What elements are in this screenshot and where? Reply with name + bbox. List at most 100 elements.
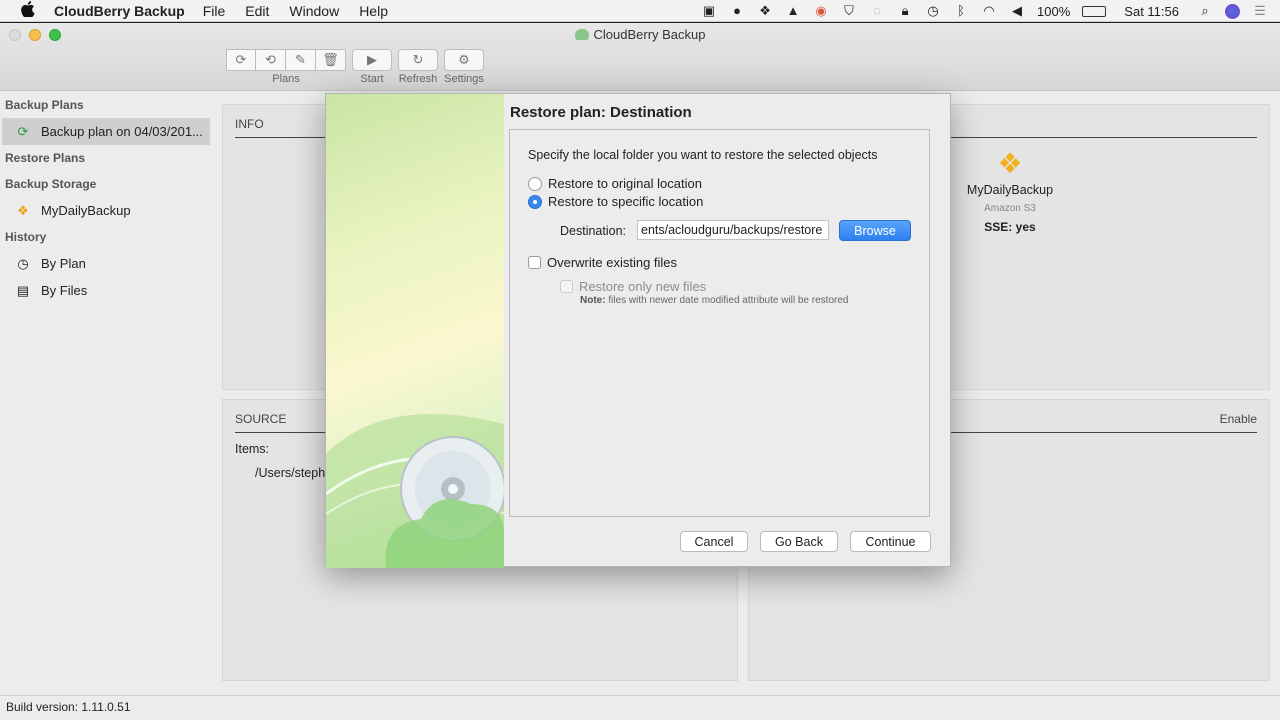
start-label: Start — [360, 73, 384, 85]
continue-button[interactable]: Continue — [850, 531, 931, 552]
sidebar-item-by-files[interactable]: ▤ By Files — [0, 277, 212, 304]
history-clock-icon: ◷ — [17, 255, 29, 271]
apple-menu-icon[interactable] — [8, 0, 48, 21]
enable-label: Enable — [1219, 412, 1257, 426]
wizard-illustration — [326, 94, 504, 568]
destination-field[interactable]: ents/acloudguru/backups/restore — [637, 220, 829, 240]
sync-icon[interactable]: ◌ — [869, 4, 885, 18]
menu-file[interactable]: File — [203, 3, 226, 19]
restore-original-option[interactable]: Restore to original location — [528, 176, 702, 191]
restore-destination-dialog: Restore plan: Destination Specify the lo… — [325, 93, 951, 568]
new-restore-plan-icon[interactable]: ⟲ — [256, 49, 286, 71]
note-text: files with newer date modified attribute… — [608, 295, 849, 306]
siri-icon[interactable] — [1225, 3, 1240, 19]
bluetooth-icon[interactable]: ᛒ — [953, 4, 969, 18]
dialog-instruction: Specify the local folder you want to res… — [528, 148, 878, 162]
app-status-icon[interactable]: ◉ — [813, 4, 829, 18]
status-bar: Build version: 1.11.0.51 — [0, 695, 1280, 720]
time-machine-icon[interactable]: ◷ — [925, 4, 941, 18]
amazon-s3-large-icon: ❖ — [997, 148, 1023, 179]
sidebar-item-by-plan[interactable]: ◷ By Plan — [0, 250, 212, 277]
sidebar-item-backup-plan[interactable]: ⟳ Backup plan on 04/03/201... — [2, 118, 210, 145]
settings-group: ⚙ Settings — [444, 49, 484, 85]
sse-label: SSE: — [984, 220, 1013, 234]
spotlight-search-icon[interactable]: ⌕ — [1197, 4, 1213, 18]
sidebar: Backup Plans ⟳ Backup plan on 04/03/201.… — [0, 92, 212, 695]
only-new-option: Restore only new files — [560, 279, 706, 294]
destination-value: ents/acloudguru/backups/restore — [641, 223, 823, 237]
note-prefix: Note: — [580, 295, 606, 306]
notification-center-icon[interactable]: ☰ — [1252, 4, 1268, 18]
browse-button[interactable]: Browse — [839, 220, 911, 241]
edit-plan-icon[interactable]: ✎ — [286, 49, 316, 71]
start-group: ▶ Start — [352, 49, 392, 85]
backup-plan-icon: ⟳ — [17, 123, 29, 139]
restore-plans-header: Restore Plans — [5, 151, 86, 165]
window-title: CloudBerry Backup — [0, 27, 1280, 42]
sse-value: yes — [1015, 220, 1036, 234]
settings-label: Settings — [444, 73, 484, 85]
backup-storage-header: Backup Storage — [5, 177, 97, 191]
disc-cloud-illustration — [326, 414, 504, 568]
video-camera-icon[interactable]: ▣ — [701, 4, 717, 18]
menu-app-name[interactable]: CloudBerry Backup — [54, 3, 185, 19]
restore-specific-label: Restore to specific location — [548, 194, 704, 209]
build-version: Build version: 1.11.0.51 — [6, 700, 131, 714]
menu-edit[interactable]: Edit — [245, 3, 269, 19]
history-header: History — [5, 230, 47, 244]
lock-icon[interactable]: 🔒︎ — [897, 4, 913, 18]
refresh-label: Refresh — [398, 73, 438, 85]
backup-plans-header: Backup Plans — [5, 98, 84, 112]
chat-bubble-icon[interactable]: ● — [729, 4, 745, 18]
restore-original-label: Restore to original location — [548, 176, 702, 191]
file-list-icon: ▤ — [16, 282, 30, 298]
window-titlebar: CloudBerry Backup ⟳ ⟲ ✎ 🗑︎ Plans ▶ Start… — [0, 23, 1280, 91]
restore-specific-option[interactable]: Restore to specific location — [528, 194, 703, 209]
cloudberry-logo-icon — [574, 29, 589, 40]
items-label: Items: — [235, 442, 270, 456]
shield-icon[interactable]: ⛉ — [841, 4, 857, 18]
sse-row: SSE: yes — [960, 220, 1060, 234]
plans-group: ⟳ ⟲ ✎ 🗑︎ Plans — [226, 49, 346, 85]
cancel-button[interactable]: Cancel — [680, 531, 748, 552]
storage-name: MyDailyBackup — [966, 183, 1054, 197]
amazon-s3-icon: ❖ — [17, 202, 29, 218]
dropbox-icon[interactable]: ❖ — [757, 4, 773, 18]
restore-original-radio[interactable] — [528, 176, 542, 191]
overwrite-option[interactable]: Overwrite existing files — [528, 255, 677, 270]
battery-percent[interactable]: 100% — [1037, 4, 1070, 19]
overwrite-checkbox[interactable] — [528, 256, 541, 269]
toolbar: ⟳ ⟲ ✎ 🗑︎ Plans ▶ Start ↻ Refresh ⚙ Setti… — [226, 49, 484, 85]
destination-options-box: Specify the local folder you want to res… — [509, 129, 930, 517]
refresh-group: ↻ Refresh — [398, 49, 438, 85]
overwrite-label: Overwrite existing files — [547, 255, 678, 270]
destination-label: Destination: — [560, 224, 627, 238]
dialog-title: Restore plan: Destination — [510, 104, 692, 121]
source-panel-title: SOURCE — [235, 412, 287, 426]
only-new-label: Restore only new files — [579, 279, 707, 294]
menu-help[interactable]: Help — [359, 3, 388, 19]
wifi-icon[interactable]: ◠ — [981, 4, 997, 18]
google-drive-icon[interactable]: ▲ — [785, 4, 801, 18]
only-new-checkbox — [560, 280, 573, 293]
restore-note: Note: files with newer date modified att… — [580, 295, 848, 306]
storage-summary: ❖ MyDailyBackup Amazon S3 SSE: yes — [960, 148, 1060, 235]
refresh-button[interactable]: ↻ — [398, 49, 438, 71]
menu-window[interactable]: Window — [289, 3, 339, 19]
menu-clock[interactable]: Sat 11:56 — [1124, 4, 1179, 19]
restore-specific-radio[interactable] — [528, 194, 542, 209]
status-menu-area: ▣ ● ❖ ▲ ◉ ⛉ ◌ 🔒︎ ◷ ᛒ ◠ ◀︎ 100% Sat 11:56… — [701, 0, 1268, 22]
storage-provider: Amazon S3 — [984, 203, 1036, 214]
source-item-path: /Users/steph — [255, 466, 326, 480]
menu-bar: CloudBerry Backup File Edit Window Help … — [0, 0, 1280, 22]
delete-plan-icon[interactable]: 🗑︎ — [316, 49, 346, 71]
volume-icon[interactable]: ◀︎ — [1009, 4, 1025, 18]
plans-label: Plans — [272, 73, 300, 85]
info-panel-title: INFO — [235, 117, 264, 131]
sidebar-item-storage[interactable]: ❖ MyDailyBackup — [0, 197, 212, 224]
battery-icon[interactable] — [1082, 5, 1107, 17]
settings-button[interactable]: ⚙ — [444, 49, 484, 71]
new-backup-plan-icon[interactable]: ⟳ — [226, 49, 256, 71]
start-button[interactable]: ▶ — [352, 49, 392, 71]
go-back-button[interactable]: Go Back — [760, 531, 838, 552]
